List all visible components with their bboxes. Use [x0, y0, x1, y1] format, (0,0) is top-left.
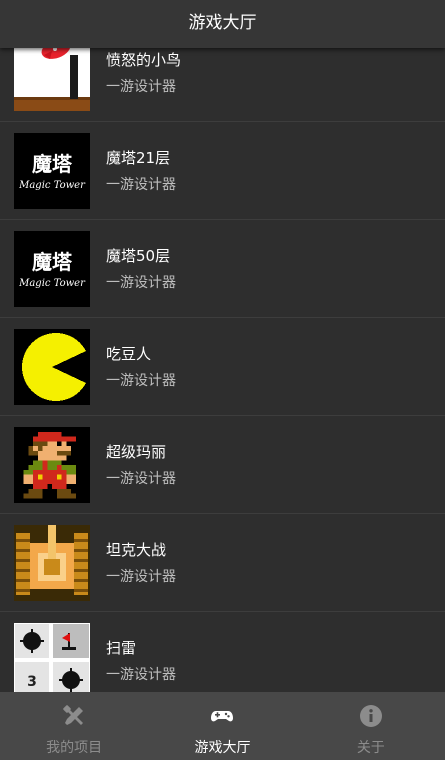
gamepad-icon	[211, 711, 234, 722]
game-item-pacman[interactable]: 吃豆人 一游设计器	[0, 318, 445, 416]
thumb-title-text: 魔塔	[32, 152, 73, 176]
tab-label: 游戏大厅	[194, 740, 251, 756]
game-title: 愤怒的小鸟	[106, 51, 182, 69]
mine-count-number: 3	[27, 674, 37, 690]
mario-icon	[14, 427, 90, 503]
game-title: 坦克大战	[106, 541, 167, 559]
game-item-magic-tower-50[interactable]: 魔塔 Magic Tower 魔塔50层 一游设计器	[0, 220, 445, 318]
magic-tower-icon: 魔塔 Magic Tower	[14, 133, 90, 209]
game-list: 愤怒的小鸟 一游设计器 魔塔 Magic Tower 魔塔21层 一游设计器 魔…	[0, 24, 445, 710]
tab-game-hall[interactable]: 游戏大厅	[148, 692, 296, 760]
game-title: 吃豆人	[106, 345, 152, 363]
game-title: 超级玛丽	[106, 443, 167, 461]
app-root: 游戏大厅 愤怒的小鸟 一游设计器 魔塔 Magic Tower 魔塔21层 一游…	[0, 0, 445, 760]
tank-icon	[14, 525, 90, 601]
thumb-title-text: 魔塔	[32, 250, 73, 274]
game-subtitle: 一游设计器	[106, 177, 176, 193]
game-item-magic-tower-21[interactable]: 魔塔 Magic Tower 魔塔21层 一游设计器	[0, 122, 445, 220]
game-title: 扫雷	[106, 639, 137, 657]
tools-icon	[63, 705, 84, 725]
tab-label: 关于	[356, 740, 385, 756]
game-subtitle: 一游设计器	[106, 373, 176, 389]
page-title: 游戏大厅	[188, 12, 257, 33]
game-item-tank[interactable]: 坦克大战 一游设计器	[0, 514, 445, 612]
magic-tower-icon: 魔塔 Magic Tower	[14, 231, 90, 307]
game-subtitle: 一游设计器	[106, 569, 176, 585]
tab-about[interactable]: 关于	[297, 692, 445, 760]
app-header: 游戏大厅	[0, 0, 445, 48]
thumb-script-text: Magic Tower	[18, 278, 86, 289]
pacman-icon	[14, 329, 90, 405]
info-icon	[359, 705, 382, 727]
tab-label: 我的项目	[46, 740, 103, 756]
game-subtitle: 一游设计器	[106, 471, 176, 487]
minesweeper-icon: 3	[14, 623, 90, 699]
game-subtitle: 一游设计器	[106, 667, 176, 683]
game-title: 魔塔21层	[106, 149, 171, 167]
bottom-tab-bar: 我的项目 游戏大厅 关于	[0, 692, 445, 760]
game-title: 魔塔50层	[106, 247, 171, 265]
game-subtitle: 一游设计器	[106, 79, 176, 95]
game-subtitle: 一游设计器	[106, 275, 176, 291]
game-item-mario[interactable]: 超级玛丽 一游设计器	[0, 416, 445, 514]
thumb-script-text: Magic Tower	[18, 180, 86, 191]
tab-my-projects[interactable]: 我的项目	[0, 692, 148, 760]
